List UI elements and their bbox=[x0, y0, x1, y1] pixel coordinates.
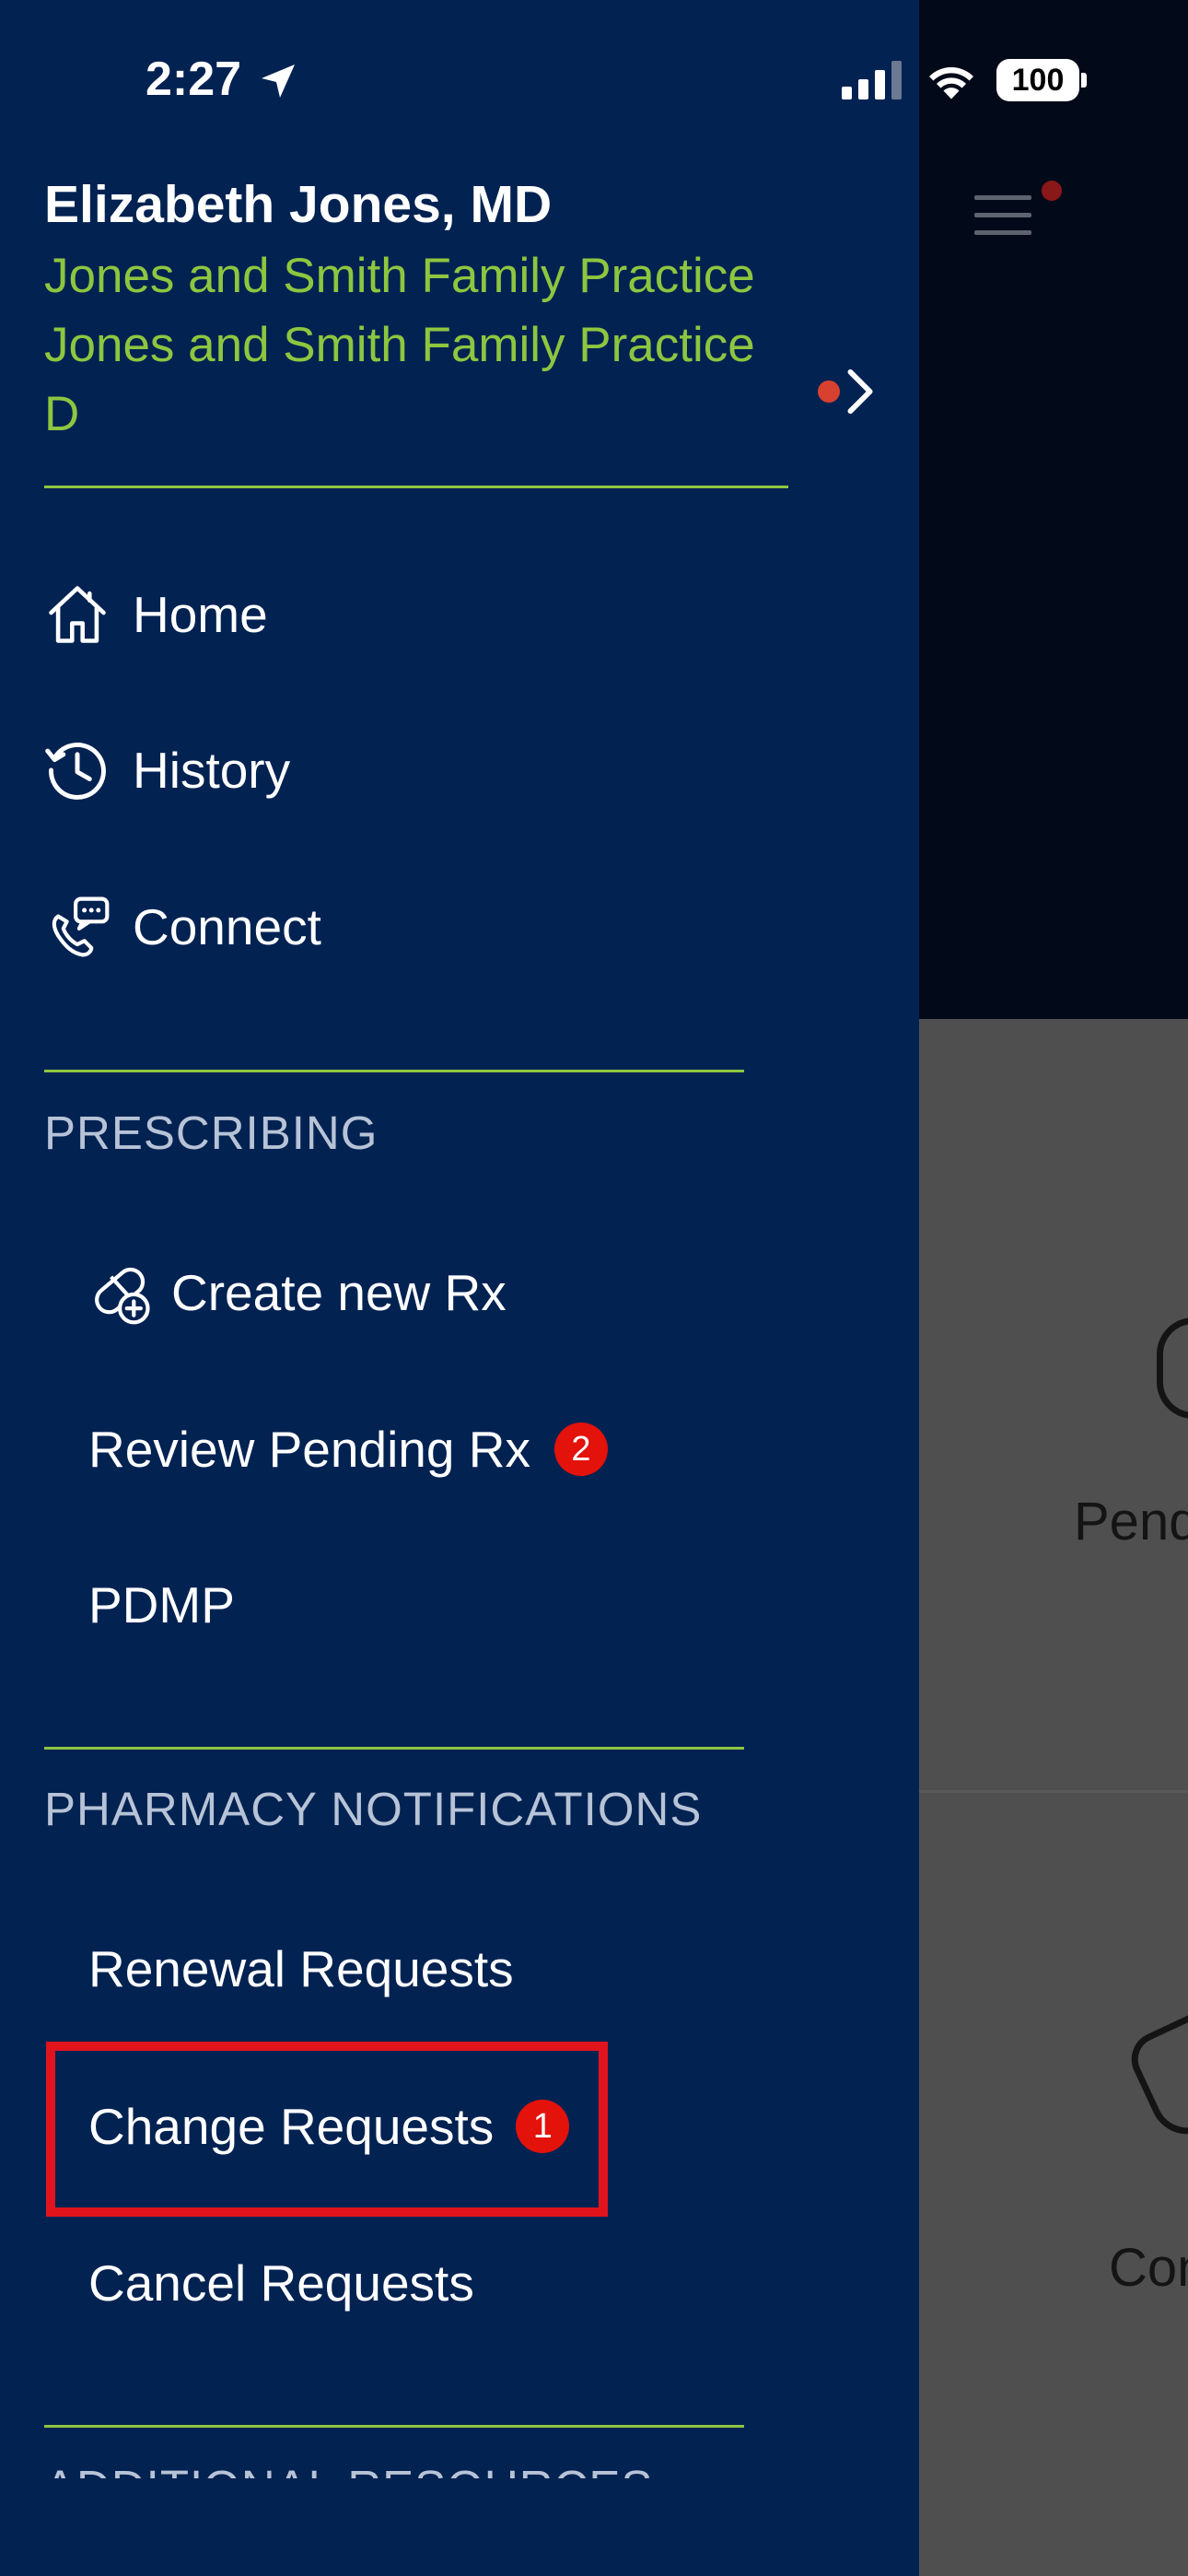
divider bbox=[44, 1070, 744, 1072]
nav-item-label: History bbox=[133, 742, 291, 799]
nav-item-connect[interactable]: Connect bbox=[41, 872, 321, 982]
practice-name: Jones and Smith Family Practice bbox=[44, 249, 755, 303]
nav-item-home[interactable]: Home bbox=[41, 559, 268, 670]
practice-location: Jones and Smith Family Practice bbox=[44, 318, 755, 372]
divider bbox=[44, 2425, 744, 2428]
nav-item-label: PDMP bbox=[88, 1576, 235, 1633]
nav-item-renewal-requests[interactable]: Renewal Requests bbox=[88, 1914, 514, 2024]
nav-item-history[interactable]: History bbox=[41, 715, 290, 825]
phone-chat-icon bbox=[41, 890, 114, 964]
cellular-signal-icon bbox=[842, 61, 903, 100]
section-header-pharmacy-notifications: PHARMACY NOTIFICATIONS bbox=[44, 1783, 703, 1835]
nav-item-review-pending-rx[interactable]: Review Pending Rx 2 bbox=[88, 1394, 608, 1505]
nav-item-label: Renewal Requests bbox=[88, 1940, 514, 1997]
nav-item-create-rx[interactable]: Create new Rx bbox=[85, 1237, 507, 1348]
nav-item-cancel-requests[interactable]: Cancel Requests bbox=[88, 2228, 474, 2338]
notification-dot bbox=[1042, 181, 1062, 201]
phone-icon bbox=[1122, 2010, 1188, 2147]
pending-count-badge: 2 bbox=[553, 1423, 608, 1476]
home-icon bbox=[41, 578, 114, 651]
nav-item-label: Review Pending Rx bbox=[88, 1421, 530, 1478]
status-time: 2:27 bbox=[146, 53, 242, 106]
user-name: Elizabeth Jones, MD bbox=[44, 175, 553, 234]
history-icon bbox=[41, 733, 114, 807]
background-divider bbox=[919, 1790, 1188, 1793]
practice-location-suffix: D bbox=[44, 387, 80, 441]
wifi-icon bbox=[929, 66, 973, 100]
stopwatch-icon bbox=[1157, 1317, 1188, 1419]
chevron-right-icon[interactable] bbox=[843, 367, 879, 416]
divider bbox=[44, 486, 788, 488]
section-header-prescribing: PRESCRIBING bbox=[44, 1107, 379, 1159]
background-card-label-connect: Con bbox=[1109, 2238, 1188, 2298]
nav-item-label: Cancel Requests bbox=[88, 2254, 474, 2312]
pill-plus-icon bbox=[85, 1256, 158, 1329]
background-card-label-pending: Pend bbox=[1074, 1492, 1188, 1551]
navigation-drawer: 2:27 100 Elizabeth Jones, MD Jones and S… bbox=[0, 0, 1087, 2576]
battery-icon: 100 bbox=[996, 59, 1087, 101]
battery-level: 100 bbox=[996, 59, 1079, 101]
highlight-box bbox=[46, 2042, 608, 2217]
practice-switcher[interactable]: Elizabeth Jones, MD Jones and Smith Fami… bbox=[44, 168, 845, 449]
hamburger-menu-icon[interactable] bbox=[974, 195, 1031, 236]
nav-item-label: Home bbox=[133, 586, 268, 643]
location-arrow-icon bbox=[262, 64, 295, 98]
practice-alert-dot bbox=[818, 381, 840, 403]
nav-item-pdmp[interactable]: PDMP bbox=[88, 1550, 235, 1660]
drawer-scroll-mask bbox=[0, 2478, 919, 2576]
screen: Pend Con 2:27 100 Elizabeth Jones, MD J bbox=[0, 0, 1188, 2576]
nav-item-label: Connect bbox=[133, 898, 321, 955]
nav-item-label: Create new Rx bbox=[171, 1264, 507, 1321]
divider bbox=[44, 1747, 744, 1750]
